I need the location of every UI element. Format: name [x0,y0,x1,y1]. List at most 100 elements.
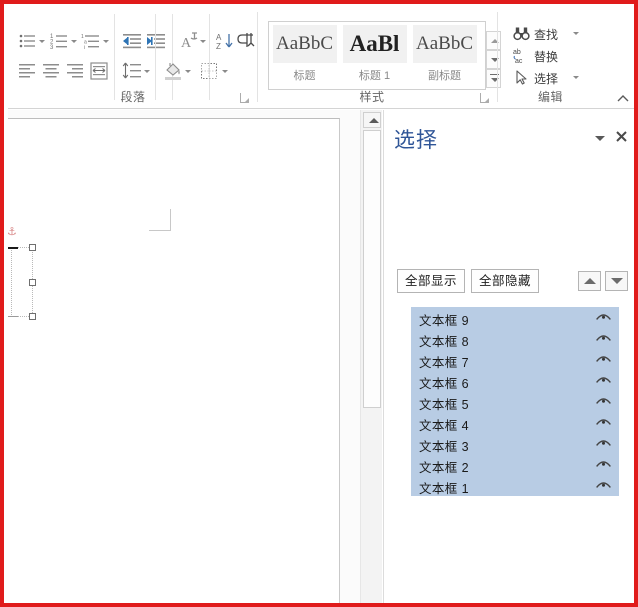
text-box-selection-handles[interactable] [11,247,33,317]
scroll-up-button[interactable] [363,112,381,128]
shape-list-item[interactable]: 文本框 6 [411,370,619,391]
eye-visible-icon[interactable] [596,416,611,429]
svg-text:3: 3 [50,45,54,51]
distribute-text-icon[interactable] [88,60,110,82]
paragraph-dialog-launcher[interactable] [239,93,249,103]
shape-item-label: 文本框 8 [419,331,469,350]
show-all-button[interactable]: 全部显示 [397,269,465,293]
shape-list-item[interactable]: 文本框 4 [411,412,619,433]
shape-list-item[interactable]: 文本框 3 [411,433,619,454]
shape-item-label: 文本框 1 [419,478,469,497]
object-anchor-icon: ⚓ [8,227,17,238]
styles-gallery: AaBbC 标题 AaBl 标题 1 AaBbC 副标题 [268,21,486,90]
shape-list-item[interactable]: 文本框 2 [411,454,619,475]
line-spacing-caret[interactable] [144,70,150,73]
eye-visible-icon[interactable] [596,437,611,450]
select-button[interactable]: 选择 [513,68,585,88]
group-label-editing: 编辑 [498,88,603,105]
svg-text:Z: Z [216,42,221,51]
shape-item-label: 文本框 4 [419,415,469,434]
styles-dialog-launcher[interactable] [479,93,489,103]
eye-visible-icon[interactable] [596,479,611,492]
document-page[interactable]: ⚓ [8,118,340,607]
multilevel-list-icon[interactable]: 1 a i [80,30,102,52]
style-item-0[interactable]: AaBbC 标题 [270,25,339,87]
shape-item-label: 文本框 9 [419,310,469,329]
asian-layout-caret[interactable] [200,40,206,43]
document-canvas[interactable]: ⚓ [8,110,382,607]
replace-ab-icon: ab ac [513,47,530,64]
style-item-1[interactable]: AaBl 标题 1 [340,25,409,87]
eye-visible-icon[interactable] [596,353,611,366]
shape-list-item[interactable]: 文本框 8 [411,328,619,349]
move-down-icon[interactable] [605,271,628,291]
decrease-indent-icon[interactable] [121,30,143,52]
shading-caret[interactable] [185,70,191,73]
numbered-list-caret[interactable] [71,40,77,43]
pilcrow-icon[interactable] [236,30,258,52]
borders-caret[interactable] [222,70,228,73]
select-label: 选择 [534,70,558,87]
select-caret[interactable] [573,76,579,79]
pane-title: 选择 [394,124,438,154]
eye-visible-icon[interactable] [596,311,611,324]
ribbon-group-paragraph: 1 2 3 1 a i [8,8,258,108]
shape-list-item[interactable]: 文本框 9 [411,307,619,328]
line-spacing-icon[interactable] [121,60,143,82]
style-preview: AaBbC [273,25,337,63]
asian-layout-icon[interactable]: A [178,30,200,52]
document-vertical-scrollbar[interactable] [360,110,382,607]
find-button[interactable]: 查找 [513,24,585,44]
bullet-list-icon[interactable] [16,30,38,52]
ribbon: 1 2 3 1 a i [8,8,638,109]
pane-dropdown-icon[interactable] [594,132,606,144]
eye-visible-icon[interactable] [596,458,611,471]
shape-item-label: 文本框 5 [419,394,469,413]
style-preview: AaBbC [413,25,477,63]
increase-indent-icon[interactable] [145,30,167,52]
eye-visible-icon[interactable] [596,332,611,345]
align-center-icon[interactable] [40,60,62,82]
binoculars-icon [513,25,530,42]
resize-handle-top-right[interactable] [29,244,36,251]
collapse-ribbon-button[interactable] [616,92,630,104]
word-window: 1 2 3 1 a i [0,0,638,607]
shape-item-label: 文本框 7 [419,352,469,371]
shape-list-item[interactable]: 文本框 5 [411,391,619,412]
align-left-icon[interactable] [16,60,38,82]
svg-text:ac: ac [515,58,523,64]
shape-item-label: 文本框 6 [419,373,469,392]
ribbon-group-styles: AaBbC 标题 AaBl 标题 1 AaBbC 副标题 样式 [258,8,498,108]
shape-list[interactable]: 文本框 9 文本框 8 文本框 7 文本框 6 文本框 5 文本框 4 文本框 3 文本框 2… [411,307,619,496]
resize-handle-bottom-right[interactable] [29,313,36,320]
hide-all-button[interactable]: 全部隐藏 [471,269,539,293]
shape-list-item[interactable]: 文本框 7 [411,349,619,370]
shading-bucket-icon[interactable] [162,60,184,82]
numbered-list-icon[interactable]: 1 2 3 [48,30,70,52]
bullet-list-caret[interactable] [39,40,45,43]
align-right-icon[interactable] [64,60,86,82]
borders-icon[interactable] [198,60,220,82]
svg-text:A: A [181,36,192,51]
style-name: 标题 1 [340,67,409,83]
eye-visible-icon[interactable] [596,395,611,408]
find-label: 查找 [534,26,558,43]
group-label-styles: 样式 [258,88,486,105]
svg-text:ab: ab [513,49,521,56]
multilevel-list-caret[interactable] [103,40,109,43]
scroll-thumb[interactable] [363,130,381,408]
resize-handle-middle-right[interactable] [29,279,36,286]
replace-button[interactable]: ab ac 替换 [513,46,585,66]
shape-item-label: 文本框 2 [419,457,469,476]
shape-item-label: 文本框 3 [419,436,469,455]
selection-pane: 选择 全部显示 全部隐藏 文本框 9文本框 8文本框 7文本框 6文本框 5文本… [383,110,638,607]
eye-visible-icon[interactable] [596,374,611,387]
move-up-icon[interactable] [578,271,601,291]
sort-az-icon[interactable]: A Z [214,30,236,52]
select-arrow-icon [513,69,530,86]
find-caret[interactable] [573,32,579,35]
svg-text:i: i [84,45,85,51]
shape-list-item[interactable]: 文本框 1 [411,475,619,496]
style-item-2[interactable]: AaBbC 副标题 [410,25,479,87]
pane-close-icon[interactable] [614,129,629,144]
